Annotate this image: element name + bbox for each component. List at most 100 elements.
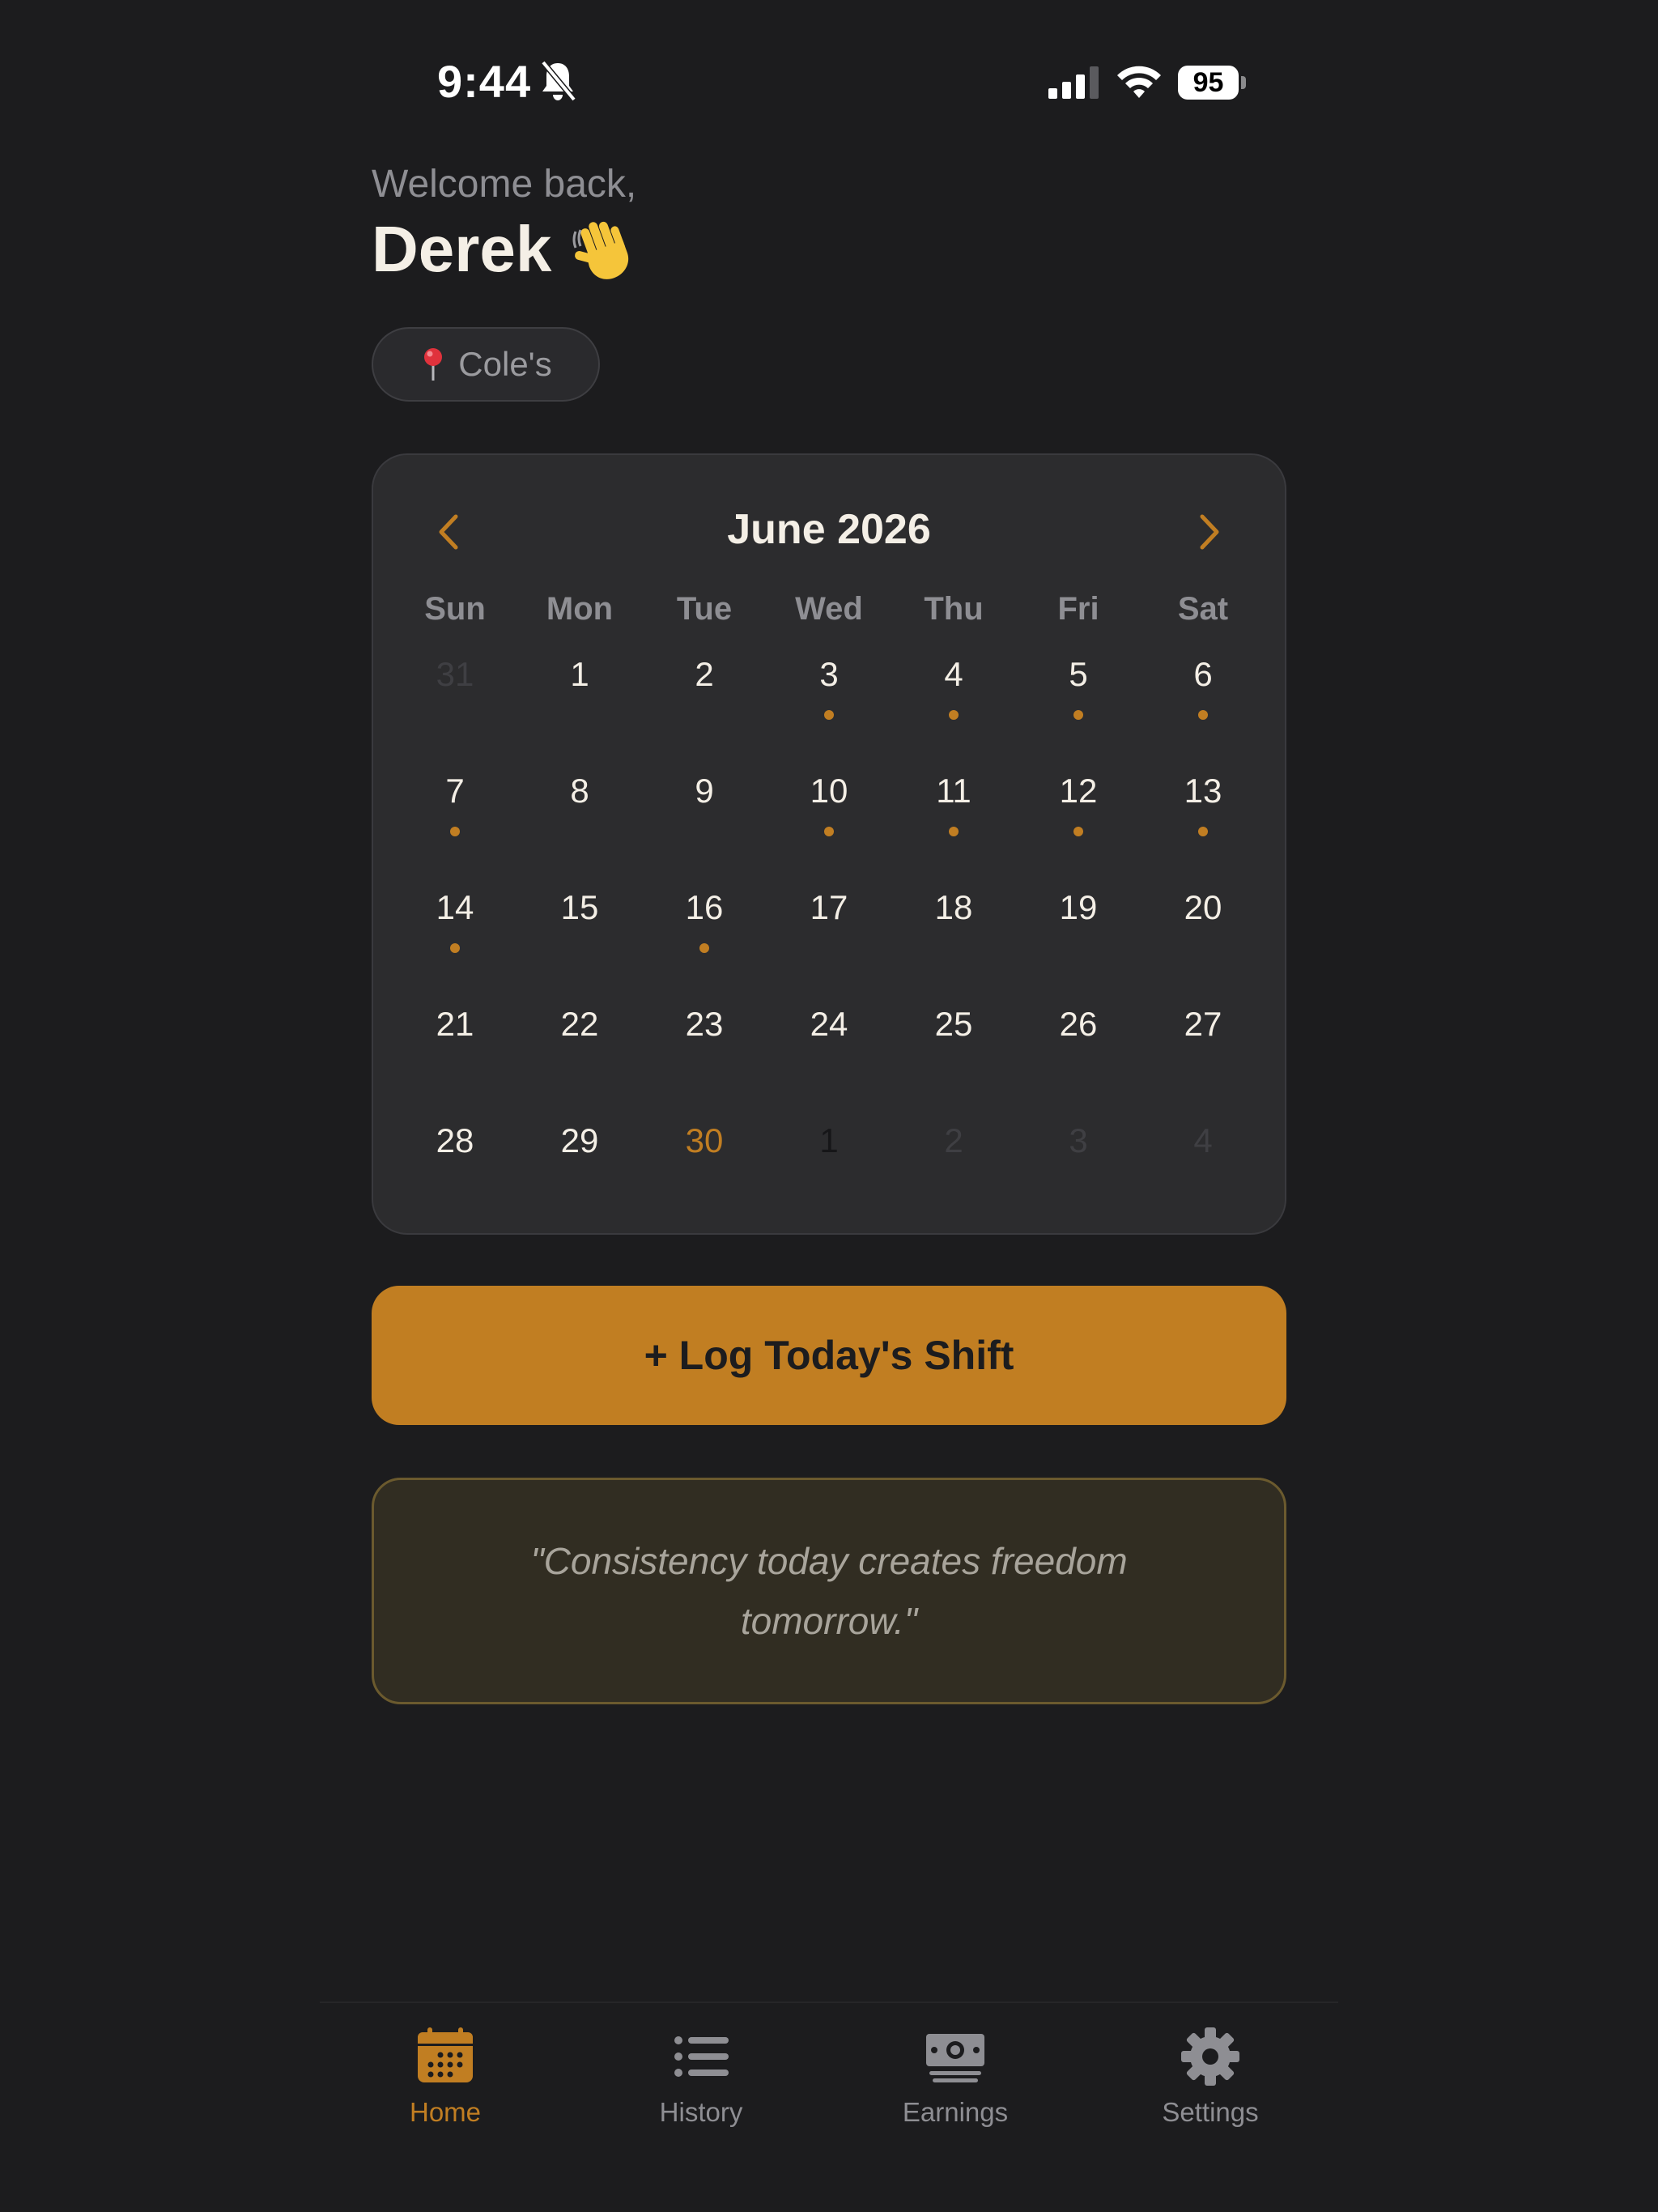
calendar-day-number: 14 xyxy=(436,888,474,926)
calendar-day[interactable]: 24 xyxy=(767,995,891,1112)
quote-text: "Consistency today creates freedom tomor… xyxy=(530,1540,1128,1642)
calendar-day-number: 5 xyxy=(1069,655,1088,693)
quote-card: "Consistency today creates freedom tomor… xyxy=(372,1478,1286,1704)
calendar-day[interactable]: 31 xyxy=(393,645,517,762)
calendar-day-number: 13 xyxy=(1184,772,1222,810)
calendar-day[interactable]: 5 xyxy=(1016,645,1141,762)
calendar-day-number: 25 xyxy=(934,1005,973,1043)
status-time: 9:44 xyxy=(437,56,532,107)
calendar-day[interactable]: 26 xyxy=(1016,995,1141,1112)
weekday-tue: Tue xyxy=(676,591,733,627)
calendar-day[interactable]: 18 xyxy=(891,878,1016,995)
status-bar: 9:44 95 xyxy=(0,0,1658,162)
calendar-day-number: 1 xyxy=(570,655,589,693)
pushpin-icon xyxy=(424,348,443,381)
battery-level: 95 xyxy=(1178,66,1239,100)
calendar-day[interactable]: 2 xyxy=(642,645,767,762)
weekday-sun: Sun xyxy=(424,591,486,627)
weekday-thu: Thu xyxy=(924,591,984,627)
tab-history-label: History xyxy=(659,2097,743,2127)
calendar-day[interactable]: 17 xyxy=(767,878,891,995)
location-label: Cole's xyxy=(458,345,552,383)
calendar-day[interactable]: 8 xyxy=(517,762,642,878)
calendar-day[interactable]: 3 xyxy=(767,645,891,762)
calendar-day[interactable]: 14 xyxy=(393,878,517,995)
calendar-day-number: 8 xyxy=(570,772,589,810)
calendar-day-number: 16 xyxy=(685,888,724,926)
tab-home[interactable]: Home xyxy=(348,2027,542,2149)
calendar-day[interactable]: 27 xyxy=(1141,995,1265,1112)
home-screen: 9:44 95 Welcome back, Derek Cole's June … xyxy=(0,0,1658,2212)
welcome-text: Welcome back, xyxy=(372,163,637,206)
user-name: Derek xyxy=(372,213,552,285)
calendar-month-title: June 2026 xyxy=(727,506,931,553)
shift-logged-dot xyxy=(1073,710,1083,720)
calendar-day[interactable]: 15 xyxy=(517,878,642,995)
shift-logged-dot xyxy=(1073,827,1083,836)
calendar-day[interactable]: 19 xyxy=(1016,878,1141,995)
calendar-day[interactable]: 25 xyxy=(891,995,1016,1112)
calendar-day-number: 23 xyxy=(685,1005,724,1043)
calendar-day-number: 21 xyxy=(436,1005,474,1043)
calendar-day[interactable]: 21 xyxy=(393,995,517,1112)
calendar-day-number: 4 xyxy=(944,655,963,693)
calendar-day[interactable]: 16 xyxy=(642,878,767,995)
weekday-sat: Sat xyxy=(1177,591,1229,627)
calendar-day[interactable]: 23 xyxy=(642,995,767,1112)
calendar-day[interactable]: 30 xyxy=(642,1112,767,1228)
location-selector[interactable]: Cole's xyxy=(372,327,600,402)
calendar-day[interactable]: 1 xyxy=(517,645,642,762)
shift-logged-dot xyxy=(1198,827,1208,836)
tab-settings[interactable]: Settings xyxy=(1113,2027,1307,2149)
calendar-day-number: 2 xyxy=(695,655,714,693)
calendar-day[interactable]: 7 xyxy=(393,762,517,878)
calendar-day[interactable]: 2 xyxy=(891,1112,1016,1228)
user-name-heading: Derek xyxy=(372,212,637,287)
calendar-day-number: 3 xyxy=(1069,1121,1088,1159)
shift-logged-dot xyxy=(1198,710,1208,720)
calendar-day[interactable]: 29 xyxy=(517,1112,642,1228)
calendar-day[interactable]: 20 xyxy=(1141,878,1265,995)
calendar-day[interactable]: 4 xyxy=(1141,1112,1265,1228)
cellular-signal-icon xyxy=(1048,66,1099,99)
shift-logged-dot xyxy=(450,827,460,836)
log-shift-button[interactable]: + Log Today's Shift xyxy=(372,1286,1286,1425)
shift-logged-dot xyxy=(450,943,460,953)
calendar-day[interactable]: 4 xyxy=(891,645,1016,762)
calendar-day[interactable]: 11 xyxy=(891,762,1016,878)
calendar-day-number: 31 xyxy=(436,655,474,693)
calendar: June 2026 Sun Mon Tue Wed Thu Fri Sat 31 1 2 3 4 5 6… xyxy=(372,453,1286,1235)
calendar-day[interactable]: 3 xyxy=(1016,1112,1141,1228)
list-icon xyxy=(674,2036,729,2077)
tab-settings-label: Settings xyxy=(1162,2097,1259,2127)
bell-slash-icon xyxy=(541,60,576,102)
tab-history[interactable]: History xyxy=(604,2027,798,2149)
calendar-day-number: 27 xyxy=(1184,1005,1222,1043)
battery-tip xyxy=(1241,76,1246,89)
calendar-day-number: 6 xyxy=(1193,655,1213,693)
calendar-day-number: 10 xyxy=(810,772,848,810)
calendar-day[interactable]: 13 xyxy=(1141,762,1265,878)
weekday-mon: Mon xyxy=(546,591,614,627)
calendar-day-number: 24 xyxy=(810,1005,848,1043)
calendar-day-number: 15 xyxy=(560,888,599,926)
wifi-icon xyxy=(1117,66,1161,98)
gear-icon xyxy=(1181,2027,1239,2086)
calendar-day[interactable]: 6 xyxy=(1141,645,1265,762)
weekday-wed: Wed xyxy=(795,591,863,627)
shift-logged-dot xyxy=(949,827,959,836)
calendar-day-number: 12 xyxy=(1059,772,1098,810)
calendar-day[interactable]: 22 xyxy=(517,995,642,1112)
chevron-right-icon[interactable] xyxy=(1188,512,1228,552)
calendar-day-number: 22 xyxy=(560,1005,599,1043)
calendar-day[interactable]: 10 xyxy=(767,762,891,878)
shift-logged-dot xyxy=(824,710,834,720)
tab-earnings[interactable]: Earnings xyxy=(858,2027,1052,2149)
calendar-day-number: 30 xyxy=(685,1121,724,1159)
weekday-fri: Fri xyxy=(1057,591,1099,627)
calendar-day[interactable]: 12 xyxy=(1016,762,1141,878)
calendar-day[interactable]: 28 xyxy=(393,1112,517,1228)
calendar-day[interactable]: 9 xyxy=(642,762,767,878)
calendar-day[interactable]: 1 xyxy=(767,1112,891,1228)
calendar-icon xyxy=(418,2027,473,2082)
